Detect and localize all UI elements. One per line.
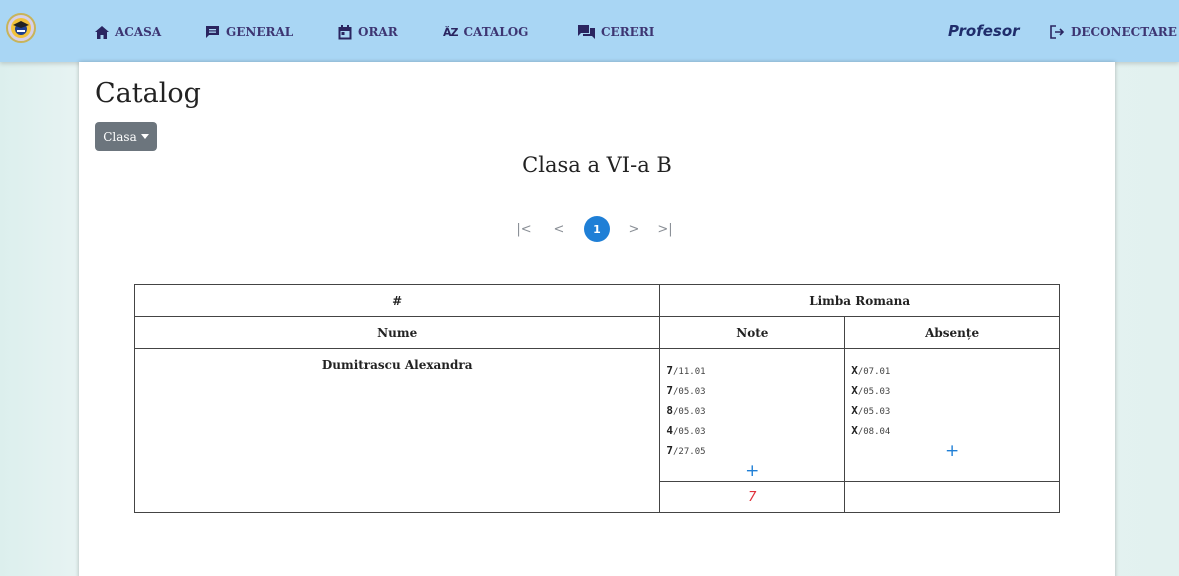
class-heading: Clasa a VI-a B: [522, 153, 672, 177]
absence-value: X: [851, 384, 858, 397]
grade-date: /27.05: [673, 447, 706, 457]
hash-header: #: [133, 284, 661, 317]
top-navbar: ACASA GENERAL ORAR ĂZ CATALOG CERERI Pr…: [0, 0, 1179, 62]
absence-value: X: [851, 424, 858, 437]
class-dropdown-button[interactable]: Clasa: [95, 122, 157, 151]
absences-summary-cell: [844, 481, 1060, 513]
absence-entry: X/05.03: [851, 401, 1059, 421]
grade-date: /05.03: [673, 407, 706, 417]
absence-entry: X/08.04: [851, 421, 1059, 441]
grade-entry: 8/05.03: [666, 401, 844, 421]
home-icon: [95, 25, 109, 39]
absences-cell: X/07.01 X/05.03 X/05.03 X/08.04 +: [844, 348, 1060, 482]
nav-acasa-label: ACASA: [115, 25, 162, 39]
nav-acasa[interactable]: ACASA: [95, 22, 161, 42]
logout-button[interactable]: DECONECTARE: [1050, 22, 1177, 42]
grade-date: /05.03: [673, 387, 706, 397]
next-page-button[interactable]: >: [627, 216, 641, 242]
logout-label: DECONECTARE: [1071, 25, 1177, 39]
grades-cell: 7/11.01 7/05.03 8/05.03 4/05.03 7/27.05 …: [659, 348, 846, 482]
user-role-label: Profesor: [948, 22, 1020, 40]
prev-page-button[interactable]: <: [552, 216, 566, 242]
absence-entry: X/05.03: [851, 381, 1059, 401]
catalog-card: Catalog Clasa Clasa a VI-a B |< < 1 > >|…: [79, 62, 1115, 576]
subject-header: Limba Romana: [659, 284, 1060, 317]
grade-date: /05.03: [673, 427, 706, 437]
absence-value: X: [851, 404, 858, 417]
grade-entry: 7/05.03: [666, 381, 844, 401]
nav-orar-label: ORAR: [358, 25, 398, 39]
grade-entry: 4/05.03: [666, 421, 844, 441]
absence-date: /05.03: [857, 407, 891, 417]
nav-general[interactable]: GENERAL: [205, 22, 293, 42]
nav-general-label: GENERAL: [226, 25, 294, 39]
absence-date: /08.04: [857, 427, 891, 437]
add-grade-button[interactable]: +: [660, 461, 844, 481]
grade-entry: 7/11.01: [666, 361, 844, 381]
page-1-button[interactable]: 1: [584, 216, 610, 242]
school-logo-icon[interactable]: [6, 13, 36, 43]
calendar-icon: [338, 24, 352, 39]
message-icon: [206, 26, 219, 38]
chat-icon: [578, 25, 595, 39]
absences-header: Absențe: [844, 316, 1060, 349]
grade-average: 7: [659, 481, 846, 513]
absence-value: X: [851, 364, 858, 377]
absence-date: /07.01: [857, 367, 891, 377]
grade-date: /11.01: [673, 367, 706, 377]
nav-cereri-label: CERERI: [601, 25, 655, 39]
pagination: |< < 1 > >|: [79, 216, 1115, 242]
grade-entry: 7/27.05: [666, 441, 844, 461]
nav-catalog-label: CATALOG: [463, 25, 529, 39]
page-title: Catalog: [95, 78, 201, 109]
absence-entry: X/07.01: [851, 361, 1059, 381]
last-page-button[interactable]: >|: [657, 216, 673, 242]
nav-orar[interactable]: ORAR: [338, 22, 398, 42]
nav-catalog[interactable]: ĂZ CATALOG: [443, 22, 528, 42]
logout-icon: [1050, 25, 1065, 39]
grades-header: Note: [659, 316, 846, 349]
add-absence-button[interactable]: +: [845, 441, 1059, 461]
sort-az-icon: ĂZ: [443, 25, 458, 39]
absence-date: /05.03: [857, 387, 891, 397]
caret-down-icon: [140, 134, 149, 139]
nav-cereri[interactable]: CERERI: [578, 22, 654, 42]
class-dropdown-label: Clasa: [103, 129, 137, 144]
table-row: Dumitrascu Alexandra 7/11.01 7/05.03 8/0…: [133, 348, 1060, 513]
name-header: Nume: [133, 316, 661, 349]
first-page-button[interactable]: |<: [516, 216, 532, 242]
student-name: Dumitrascu Alexandra: [133, 348, 661, 513]
catalog-table: # Limba Romana Nume Note Absențe Dumitra…: [133, 284, 1060, 513]
